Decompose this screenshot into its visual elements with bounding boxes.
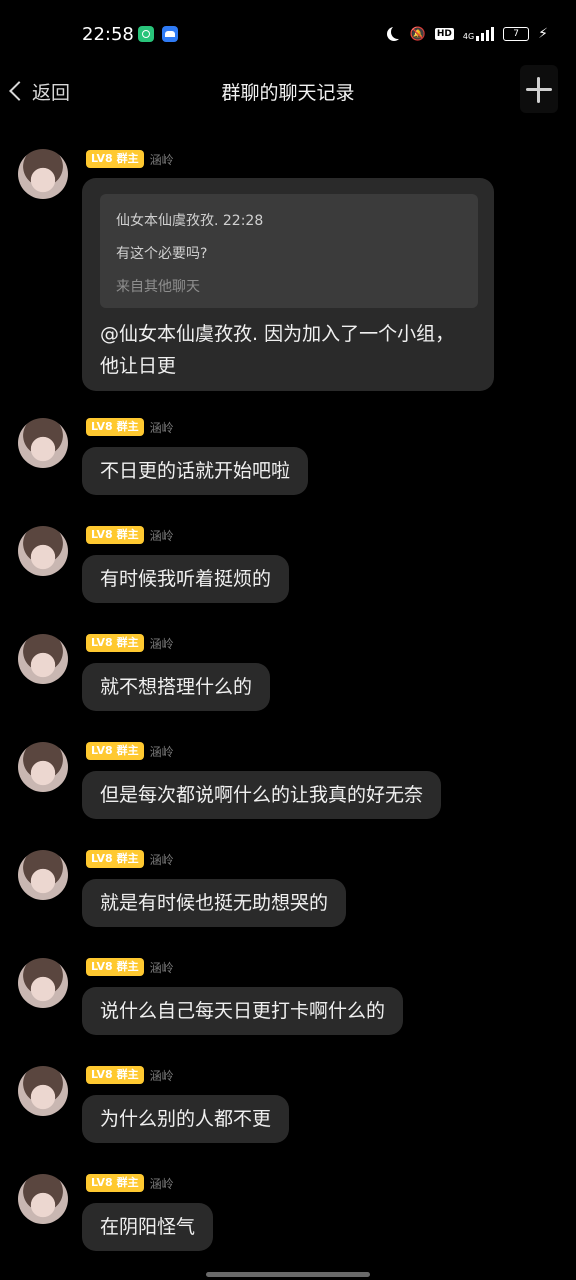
avatar[interactable] [18,1174,68,1224]
message-bubble[interactable]: 不日更的话就开始吧啦 [82,447,309,495]
level-badge: LV8 群主 [86,850,144,868]
level-badge: LV8 群主 [86,150,144,168]
level-badge: LV8 群主 [86,742,144,760]
sender-meta: LV8 群主 涵岭 [86,957,174,977]
quote-source: 来自其他聊天 [116,279,200,295]
hd-icon: HD [434,28,454,40]
message-bubble[interactable]: 有时候我听着挺烦的 [82,555,290,603]
level-badge: LV8 群主 [86,418,144,436]
avatar[interactable] [18,1066,68,1116]
quote-text: 有这个必要吗? [116,246,208,262]
avatar[interactable] [18,742,68,792]
android-notification-icon [162,26,178,42]
chat-history-screen: 22:58 🔕 HD 4G 7 ⚡ 返回 群聊的聊天记录 LV8 群主 涵岭 仙… [0,0,576,1280]
sender-name: 涵岭 [149,420,174,435]
avatar[interactable] [18,850,68,900]
sender-name: 涵岭 [149,960,174,975]
header: 返回 群聊的聊天记录 [0,60,576,120]
quote-header: 仙女本仙虞孜孜. 22:28 [116,213,264,229]
network-type-label: 4G [462,32,475,41]
message-bubble[interactable]: 就是有时候也挺无助想哭的 [82,879,347,927]
message-bubble[interactable]: 为什么别的人都不更 [82,1095,290,1143]
app-notification-icon [138,26,154,42]
add-button[interactable] [520,65,558,113]
sender-meta: LV8 群主 涵岭 [86,525,174,545]
avatar[interactable] [18,149,68,199]
level-badge: LV8 群主 [86,634,144,652]
sender-meta: LV8 群主 涵岭 [86,741,174,761]
sender-meta: LV8 群主 涵岭 [86,633,174,653]
battery-level: 7 [513,29,520,39]
quoted-message[interactable]: 仙女本仙虞孜孜. 22:28 有这个必要吗? 来自其他聊天 [100,194,478,308]
sender-name: 涵岭 [149,528,174,543]
sender-meta: LV8 群主 涵岭 [86,149,174,169]
avatar[interactable] [18,526,68,576]
status-time: 22:58 [82,24,134,45]
do-not-disturb-icon [391,25,405,39]
message-bubble[interactable]: 就不想搭理什么的 [82,663,271,711]
level-badge: LV8 群主 [86,958,144,976]
sender-name: 涵岭 [149,744,174,759]
avatar[interactable] [18,418,68,468]
signal-icon: 4G [462,27,495,41]
message-bubble[interactable]: 在阴阳怪气 [82,1203,214,1251]
avatar[interactable] [18,634,68,684]
level-badge: LV8 群主 [86,526,144,544]
sender-name: 涵岭 [149,1176,174,1191]
level-badge: LV8 群主 [86,1174,144,1192]
message-bubble[interactable]: 说什么自己每天日更打卡啊什么的 [82,987,404,1035]
message-bubble[interactable]: 但是每次都说啊什么的让我真的好无奈 [82,771,442,819]
sender-name: 涵岭 [149,152,174,167]
status-icons: 🔕 HD 4G 7 ⚡ [387,24,548,44]
avatar[interactable] [18,958,68,1008]
battery-icon: 7 [503,27,530,41]
sender-name: 涵岭 [149,636,174,651]
home-indicator[interactable] [206,1272,370,1277]
message-text: @仙女本仙虞孜孜. 因为加入了一个小组，他让日更 [100,323,455,377]
sender-meta: LV8 群主 涵岭 [86,417,174,437]
page-title: 群聊的聊天记录 [221,82,355,104]
message-bubble[interactable]: 仙女本仙虞孜孜. 22:28 有这个必要吗? 来自其他聊天 @仙女本仙虞孜孜. … [82,178,494,391]
level-badge: LV8 群主 [86,1066,144,1084]
charging-icon: ⚡ [538,26,548,42]
sender-meta: LV8 群主 涵岭 [86,1173,174,1193]
sender-meta: LV8 群主 涵岭 [86,1065,174,1085]
vibrate-icon: 🔕 [409,26,426,42]
sender-name: 涵岭 [149,1068,174,1083]
sender-meta: LV8 群主 涵岭 [86,849,174,869]
sender-name: 涵岭 [149,852,174,867]
